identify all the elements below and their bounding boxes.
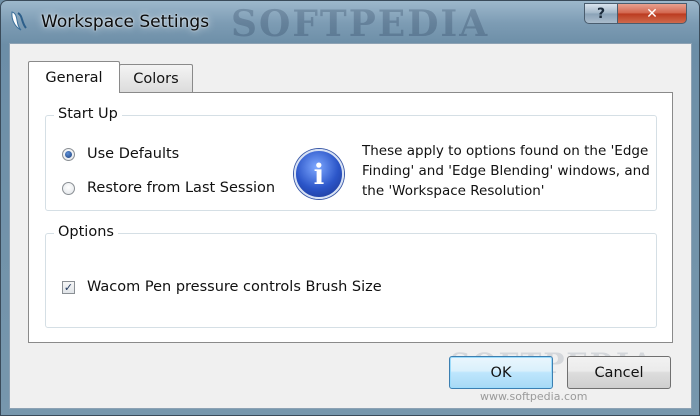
window-title: Workspace Settings	[41, 12, 210, 32]
use-defaults-radio[interactable]	[62, 147, 75, 161]
tab-general[interactable]: General	[28, 61, 120, 93]
workspace-settings-window: Workspace Settings SOFTPEDIA ? ✕ General…	[0, 0, 700, 416]
wacom-pressure-option[interactable]: ✓ Wacom Pen pressure controls Brush Size	[62, 279, 382, 295]
watermark: SOFTPEDIA	[231, 3, 490, 45]
restore-last-session-label: Restore from Last Session	[87, 180, 276, 196]
ok-button[interactable]: OK	[449, 356, 553, 389]
options-group-title: Options	[54, 224, 118, 240]
cancel-button[interactable]: Cancel	[567, 356, 671, 389]
close-button[interactable]: ✕	[617, 3, 687, 24]
info-text: These apply to options found on the 'Edg…	[362, 143, 650, 199]
use-defaults-option[interactable]: Use Defaults	[62, 146, 179, 162]
info-icon: i	[294, 149, 344, 199]
restore-last-session-option[interactable]: Restore from Last Session	[62, 180, 275, 196]
dialog-client-area: General Colors Start Up Use Defaults Res…	[9, 43, 692, 409]
tab-colors[interactable]: Colors	[119, 64, 193, 92]
wacom-pressure-label: Wacom Pen pressure controls Brush Size	[87, 279, 382, 295]
general-tab-panel: Start Up Use Defaults Restore from Last …	[28, 92, 673, 343]
app-icon	[11, 11, 27, 31]
footer-watermark-url: www.softpedia.com	[480, 390, 588, 403]
help-button[interactable]: ?	[584, 3, 618, 24]
title-bar[interactable]: Workspace Settings SOFTPEDIA ? ✕	[1, 1, 699, 45]
startup-group: Start Up Use Defaults Restore from Last …	[45, 106, 657, 211]
options-group: Options ✓ Wacom Pen pressure controls Br…	[45, 224, 657, 328]
wacom-pressure-checkbox[interactable]: ✓	[62, 280, 75, 294]
use-defaults-label: Use Defaults	[87, 146, 180, 162]
startup-group-title: Start Up	[54, 106, 122, 122]
restore-last-session-radio[interactable]	[62, 181, 75, 195]
